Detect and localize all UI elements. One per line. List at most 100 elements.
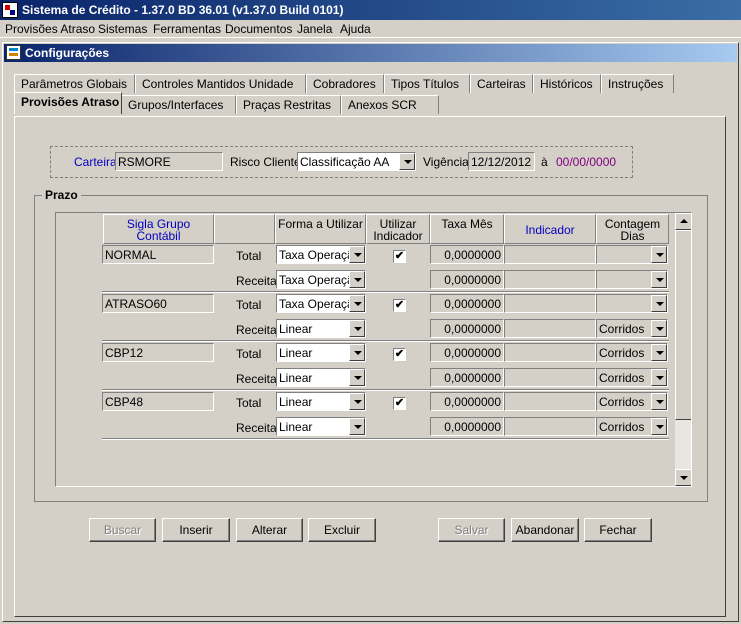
- contagem-select[interactable]: Corridos: [596, 392, 668, 411]
- taxa-field[interactable]: 0,0000000: [430, 343, 504, 362]
- forma-select[interactable]: Taxa Operação: [276, 245, 366, 264]
- configuracoes-title-bar[interactable]: Configurações: [4, 44, 737, 62]
- inserir-button[interactable]: Inserir: [162, 518, 230, 542]
- tab-tipos-titulos[interactable]: Tipos Títulos: [384, 74, 470, 93]
- indicador-field[interactable]: [504, 319, 596, 338]
- scroll-up-icon[interactable]: [675, 213, 691, 230]
- forma-value: Linear: [279, 395, 313, 409]
- carteira-field[interactable]: RSMORE: [115, 152, 223, 171]
- forma-select[interactable]: Linear: [276, 319, 366, 338]
- utilizar-indicador-checkbox[interactable]: ✔: [393, 397, 406, 410]
- sigla-field[interactable]: CBP48: [102, 392, 214, 411]
- vigencia-end-field[interactable]: 00/00/0000: [556, 155, 616, 169]
- indicador-field[interactable]: [504, 392, 596, 411]
- taxa-field[interactable]: 0,0000000: [430, 245, 504, 264]
- taxa-field[interactable]: 0,0000000: [430, 392, 504, 411]
- chevron-down-icon[interactable]: [399, 153, 415, 170]
- forma-select[interactable]: Linear: [276, 343, 366, 362]
- buscar-button[interactable]: Buscar: [89, 518, 156, 542]
- menu-documentos[interactable]: Documentos: [225, 22, 292, 36]
- contagem-value: Corridos: [599, 371, 645, 385]
- row-type-label: Receita: [236, 323, 277, 337]
- abandonar-button[interactable]: Abandonar: [511, 518, 579, 542]
- chevron-down-icon[interactable]: [349, 295, 365, 312]
- window-title: Configurações: [25, 46, 110, 60]
- tab-instrucoes[interactable]: Instruções: [601, 74, 674, 93]
- sigla-field[interactable]: NORMAL: [102, 245, 214, 264]
- tab-provisoes-atraso[interactable]: Provisões Atraso: [14, 92, 122, 114]
- forma-value: Linear: [279, 322, 313, 336]
- indicador-field[interactable]: [504, 270, 596, 289]
- tab-cobradores[interactable]: Cobradores: [306, 74, 384, 93]
- row-type-label: Receita: [236, 421, 277, 435]
- chevron-down-icon[interactable]: [651, 344, 667, 361]
- alterar-button[interactable]: Alterar: [236, 518, 303, 542]
- header-blank: [214, 214, 275, 244]
- chevron-down-icon[interactable]: [349, 393, 365, 410]
- indicador-field[interactable]: [504, 245, 596, 264]
- chevron-down-icon[interactable]: [651, 271, 667, 288]
- menu-ferramentas[interactable]: Ferramentas: [153, 22, 221, 36]
- menu-janela[interactable]: Janela: [297, 22, 332, 36]
- tab-anexos-scr[interactable]: Anexos SCR: [341, 95, 439, 114]
- sigla-field[interactable]: ATRASO60: [102, 294, 214, 313]
- taxa-field[interactable]: 0,0000000: [430, 319, 504, 338]
- tab-parametros-globais[interactable]: Parâmetros Globais: [14, 74, 135, 93]
- scroll-thumb[interactable]: [675, 230, 691, 420]
- contagem-select[interactable]: [596, 294, 668, 313]
- tab-pracas-restritas[interactable]: Praças Restritas: [236, 95, 341, 114]
- menu-ajuda[interactable]: Ajuda: [340, 22, 371, 36]
- app-title-bar[interactable]: Sistema de Crédito - 1.37.0 BD 36.01 (v1…: [0, 0, 741, 20]
- menu-provisoes-atraso[interactable]: Provisões Atraso: [5, 22, 95, 36]
- forma-select[interactable]: Taxa Operação: [276, 294, 366, 313]
- utilizar-indicador-checkbox[interactable]: ✔: [393, 250, 406, 263]
- fechar-button[interactable]: Fechar: [584, 518, 652, 542]
- risco-cliente-select[interactable]: Classificação AA: [297, 152, 416, 171]
- taxa-field[interactable]: 0,0000000: [430, 270, 504, 289]
- taxa-field[interactable]: 0,0000000: [430, 294, 504, 313]
- chevron-down-icon[interactable]: [651, 320, 667, 337]
- indicador-field[interactable]: [504, 368, 596, 387]
- chevron-down-icon[interactable]: [349, 344, 365, 361]
- grid-scrollbar[interactable]: [675, 213, 691, 486]
- contagem-select[interactable]: [596, 245, 668, 264]
- contagem-select[interactable]: Corridos: [596, 417, 668, 436]
- chevron-down-icon[interactable]: [349, 320, 365, 337]
- chevron-down-icon[interactable]: [349, 369, 365, 386]
- indicador-field[interactable]: [504, 294, 596, 313]
- chevron-down-icon[interactable]: [651, 369, 667, 386]
- contagem-select[interactable]: Corridos: [596, 368, 668, 387]
- forma-select[interactable]: Linear: [276, 417, 366, 436]
- chevron-down-icon[interactable]: [651, 246, 667, 263]
- utilizar-indicador-checkbox[interactable]: ✔: [393, 299, 406, 312]
- tab-controles-mantidos-unidade[interactable]: Controles Mantidos Unidade: [135, 74, 306, 93]
- indicador-field[interactable]: [504, 343, 596, 362]
- taxa-field[interactable]: 0,0000000: [430, 417, 504, 436]
- tab-carteiras[interactable]: Carteiras: [470, 74, 533, 93]
- salvar-button[interactable]: Salvar: [438, 518, 505, 542]
- indicador-field[interactable]: [504, 417, 596, 436]
- utilizar-indicador-checkbox[interactable]: ✔: [393, 348, 406, 361]
- contagem-select[interactable]: Corridos: [596, 343, 668, 362]
- vigencia-start-field[interactable]: 12/12/2012: [468, 152, 535, 171]
- chevron-down-icon[interactable]: [349, 271, 365, 288]
- chevron-down-icon[interactable]: [651, 393, 667, 410]
- forma-select[interactable]: Linear: [276, 392, 366, 411]
- contagem-select[interactable]: Corridos: [596, 319, 668, 338]
- taxa-field[interactable]: 0,0000000: [430, 368, 504, 387]
- scroll-down-icon[interactable]: [675, 469, 691, 486]
- prazo-grid: Sigla Grupo Contábil Forma a Utilizar Ut…: [55, 212, 692, 487]
- chevron-down-icon[interactable]: [349, 246, 365, 263]
- tab-historicos[interactable]: Históricos: [533, 74, 601, 93]
- menu-sistemas[interactable]: Sistemas: [98, 22, 147, 36]
- excluir-button[interactable]: Excluir: [308, 518, 376, 542]
- chevron-down-icon[interactable]: [651, 418, 667, 435]
- contagem-select[interactable]: [596, 270, 668, 289]
- risco-cliente-label: Risco Cliente: [230, 155, 301, 169]
- chevron-down-icon[interactable]: [651, 295, 667, 312]
- forma-select[interactable]: Taxa Operação: [276, 270, 366, 289]
- forma-select[interactable]: Linear: [276, 368, 366, 387]
- sigla-field[interactable]: CBP12: [102, 343, 214, 362]
- chevron-down-icon[interactable]: [349, 418, 365, 435]
- tab-grupos-interfaces[interactable]: Grupos/Interfaces: [121, 95, 236, 114]
